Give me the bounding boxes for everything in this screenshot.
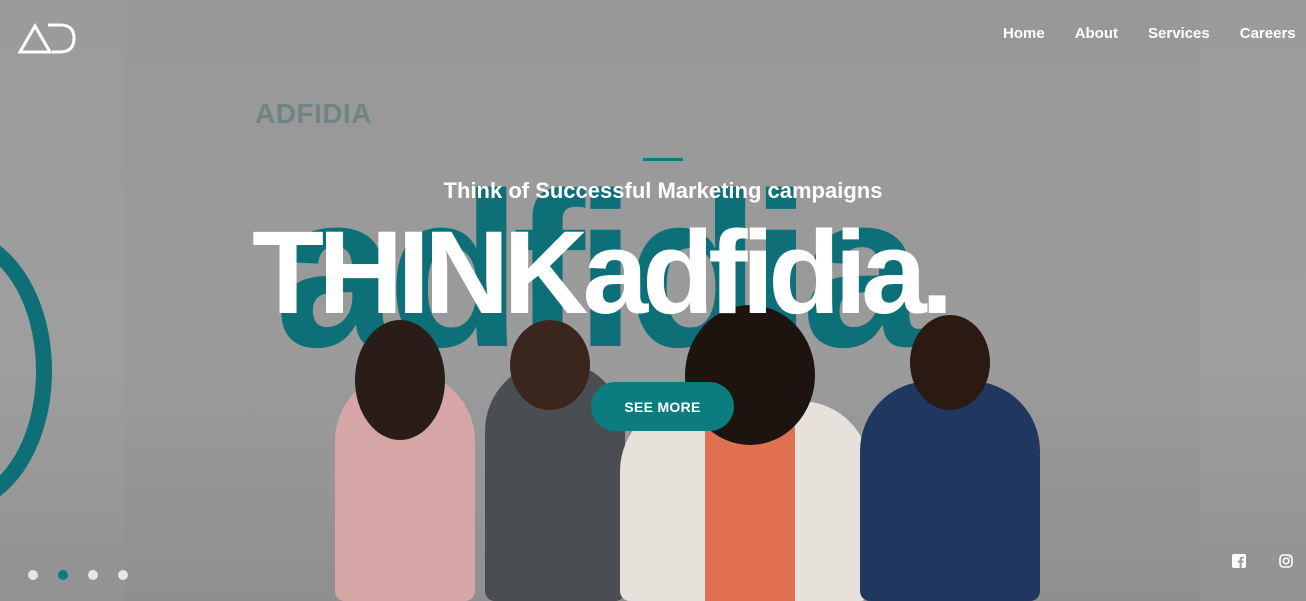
slider-dot-2[interactable] bbox=[58, 570, 68, 580]
slider-dot-3[interactable] bbox=[88, 570, 98, 580]
hero-headline: THINKadfidia. bbox=[252, 207, 954, 339]
nav-home[interactable]: Home bbox=[1003, 25, 1045, 42]
slider-dots bbox=[28, 570, 128, 580]
slider-dot-4[interactable] bbox=[118, 570, 128, 580]
nav-about[interactable]: About bbox=[1075, 25, 1118, 42]
nav-careers[interactable]: Careers bbox=[1240, 25, 1296, 42]
main-nav: Home About Services Careers bbox=[1003, 25, 1296, 42]
slider-dot-1[interactable] bbox=[28, 570, 38, 580]
nav-services[interactable]: Services bbox=[1148, 25, 1210, 42]
accent-line bbox=[643, 158, 683, 161]
brand-ghost-text: ADFIDIA bbox=[255, 98, 373, 129]
people-photo bbox=[300, 300, 1120, 601]
person-4 bbox=[860, 381, 1040, 601]
facebook-icon[interactable] bbox=[1231, 553, 1247, 569]
hero-subtitle: Think of Successful Marketing campaigns bbox=[443, 178, 883, 203]
ad-logo[interactable] bbox=[18, 22, 76, 54]
see-more-button[interactable]: SEE MORE bbox=[591, 382, 734, 431]
hero-banner: adfidia ADFIDIA Home About Services Care… bbox=[0, 0, 1306, 601]
instagram-icon[interactable] bbox=[1278, 553, 1294, 569]
